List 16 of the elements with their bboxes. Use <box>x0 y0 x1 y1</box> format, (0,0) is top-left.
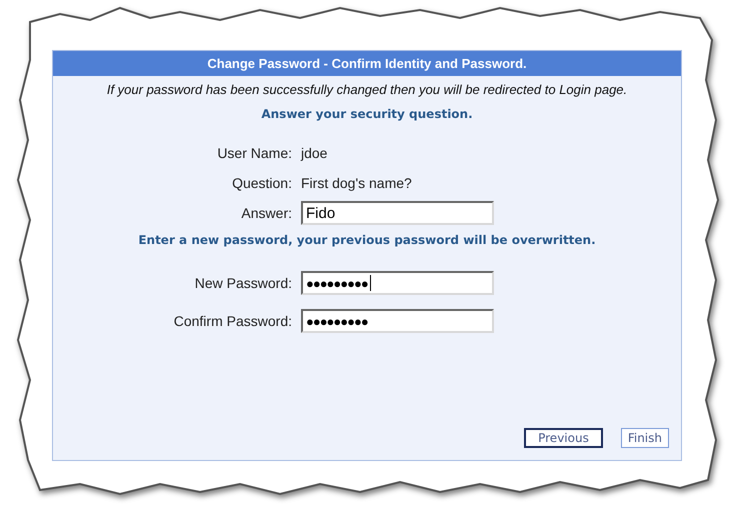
field-value: First dog's name? <box>301 175 412 191</box>
field-label: Confirm Password: <box>172 313 293 329</box>
panel-title: Change Password - Confirm Identity and Password. <box>53 51 681 76</box>
field-label: New Password: <box>194 275 293 291</box>
section-heading: Enter a new password, your previous password will be overwritten. <box>137 233 597 247</box>
section-heading: Answer your security question. <box>260 107 474 121</box>
field-label: Question: <box>231 175 293 191</box>
form-button[interactable]: Finish <box>620 428 669 448</box>
input-field[interactable]: ●●●●●●●●● <box>301 271 494 295</box>
field-label: Answer: <box>240 205 293 221</box>
field-value: jdoe <box>301 145 328 161</box>
field-label: User Name: <box>216 145 293 161</box>
input-field[interactable]: Fido <box>301 201 494 225</box>
input-field[interactable]: ●●●●●●●●● <box>301 309 494 333</box>
form-button[interactable]: Previous <box>524 428 603 448</box>
redirect-note: If your password has been successfully changed then you will be redirected to Login page. <box>106 81 628 97</box>
